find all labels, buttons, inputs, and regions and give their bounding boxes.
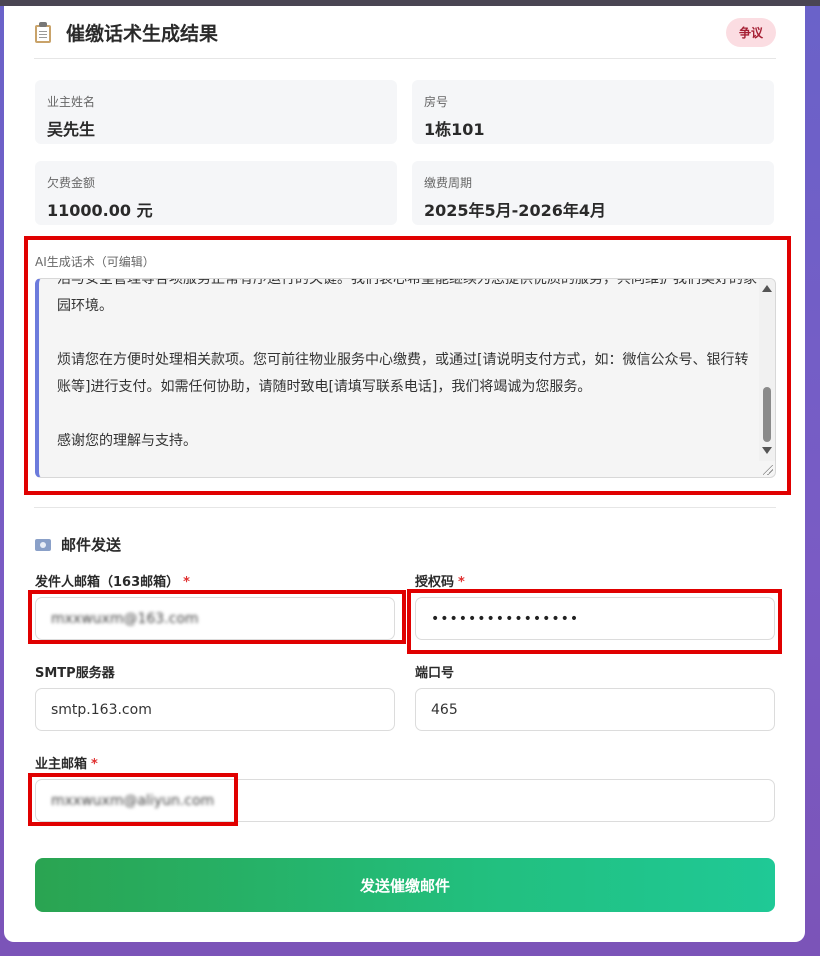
page-title: 催缴话术生成结果 bbox=[66, 22, 219, 45]
info-label: 欠费金额 bbox=[47, 176, 96, 190]
section-divider bbox=[34, 507, 776, 508]
email-section-title: 邮件发送 bbox=[35, 534, 121, 555]
owner-email-input[interactable]: mxxwuxm@aliyun.com bbox=[35, 779, 775, 822]
sender-email-input[interactable]: mxxwuxm@163.com bbox=[35, 597, 395, 640]
scroll-down-icon[interactable] bbox=[762, 447, 772, 454]
info-value: 2025年5月-2026年4月 bbox=[424, 201, 606, 220]
clipboard-icon bbox=[34, 21, 52, 43]
auth-code-input[interactable]: •••••••••••••••• bbox=[415, 597, 775, 640]
status-badge: 争议 bbox=[725, 17, 776, 47]
ai-script-textarea[interactable]: 活与安全管理等各项服务正常有序运行的关键。我们衷心希望能继续为您提供优质的服务，… bbox=[35, 278, 776, 478]
send-reminder-email-button[interactable]: 发送催缴邮件 bbox=[35, 858, 775, 912]
ai-script-content[interactable]: 活与安全管理等各项服务正常有序运行的关键。我们衷心希望能继续为您提供优质的服务，… bbox=[57, 278, 757, 455]
info-amount-due: 欠费金额 11000.00 元 bbox=[35, 161, 397, 225]
info-label: 业主姓名 bbox=[47, 95, 96, 109]
info-value: 1栋101 bbox=[424, 120, 485, 139]
auth-code-value: •••••••••••••••• bbox=[431, 610, 580, 627]
info-billing-period: 缴费周期 2025年5月-2026年4月 bbox=[412, 161, 774, 225]
info-label: 缴费周期 bbox=[424, 176, 473, 190]
info-value: 11000.00 元 bbox=[47, 201, 153, 220]
scroll-up-icon[interactable] bbox=[762, 285, 772, 292]
info-owner-name: 业主姓名 吴先生 bbox=[35, 80, 397, 144]
ai-script-label: AI生成话术（可编辑） bbox=[35, 255, 155, 269]
sender-email-value: mxxwuxm@163.com bbox=[51, 610, 199, 627]
auth-code-label: 授权码 * bbox=[415, 575, 465, 590]
smtp-server-input[interactable]: smtp.163.com bbox=[35, 688, 395, 731]
email-icon bbox=[35, 538, 51, 551]
port-value: 465 bbox=[431, 701, 458, 718]
script-paragraph: 烦请您在方便时处理相关款项。您可前往物业服务中心缴费，或通过[请说明支付方式，如… bbox=[57, 352, 749, 395]
owner-email-value: mxxwuxm@aliyun.com bbox=[51, 792, 215, 809]
info-value: 吴先生 bbox=[47, 120, 96, 139]
result-header: 催缴话术生成结果 争议 bbox=[34, 10, 776, 54]
resize-handle-icon[interactable] bbox=[763, 465, 773, 475]
owner-email-label: 业主邮箱 * bbox=[35, 757, 98, 772]
smtp-server-value: smtp.163.com bbox=[51, 701, 152, 718]
info-label: 房号 bbox=[424, 95, 449, 109]
textarea-scrollbar[interactable] bbox=[759, 279, 775, 461]
port-input[interactable]: 465 bbox=[415, 688, 775, 731]
port-label: 端口号 bbox=[415, 666, 455, 681]
section-title-text: 邮件发送 bbox=[61, 536, 122, 554]
info-room-number: 房号 1栋101 bbox=[412, 80, 774, 144]
scroll-thumb[interactable] bbox=[763, 387, 771, 442]
title-group: 催缴话术生成结果 bbox=[34, 19, 218, 46]
smtp-server-label: SMTP服务器 bbox=[35, 666, 115, 681]
script-paragraph: 感谢您的理解与支持。 bbox=[57, 433, 197, 449]
sender-email-label: 发件人邮箱（163邮箱） * bbox=[35, 575, 190, 590]
header-divider bbox=[34, 58, 776, 59]
script-paragraph: 活与安全管理等各项服务正常有序运行的关键。我们衷心希望能继续为您提供优质的服务，… bbox=[57, 278, 757, 314]
